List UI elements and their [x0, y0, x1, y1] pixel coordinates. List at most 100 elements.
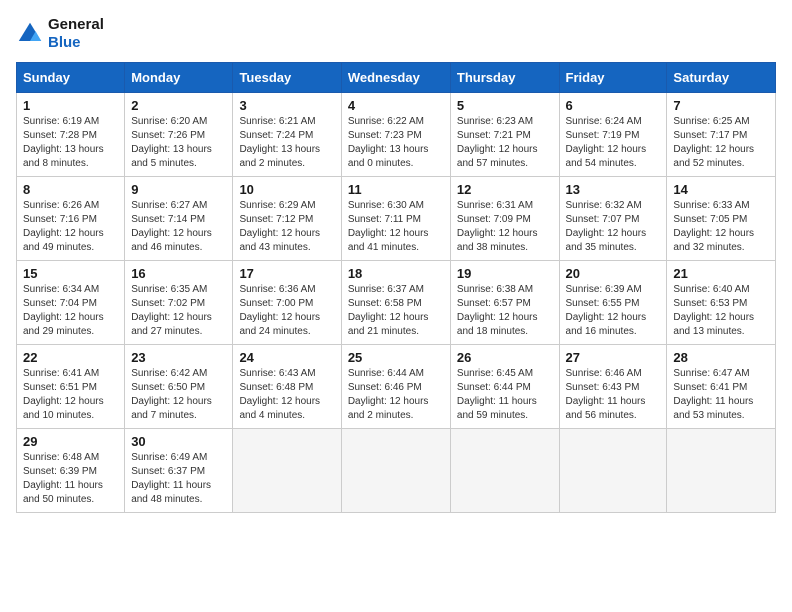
day-info: Sunrise: 6:37 AM Sunset: 6:58 PM Dayligh…: [348, 283, 444, 339]
calendar-cell: [233, 429, 341, 513]
day-number: 23: [131, 350, 226, 365]
column-header-friday: Friday: [559, 63, 667, 93]
calendar-cell: 3 Sunrise: 6:21 AM Sunset: 7:24 PM Dayli…: [233, 93, 341, 177]
day-number: 19: [457, 266, 553, 281]
logo-icon: [16, 20, 44, 48]
calendar-table: SundayMondayTuesdayWednesdayThursdayFrid…: [16, 62, 776, 513]
day-info: Sunrise: 6:43 AM Sunset: 6:48 PM Dayligh…: [239, 367, 334, 423]
day-info: Sunrise: 6:31 AM Sunset: 7:09 PM Dayligh…: [457, 199, 553, 255]
calendar-cell: 29 Sunrise: 6:48 AM Sunset: 6:39 PM Dayl…: [17, 429, 125, 513]
calendar-cell: 1 Sunrise: 6:19 AM Sunset: 7:28 PM Dayli…: [17, 93, 125, 177]
day-number: 24: [239, 350, 334, 365]
day-info: Sunrise: 6:41 AM Sunset: 6:51 PM Dayligh…: [23, 367, 118, 423]
day-info: Sunrise: 6:23 AM Sunset: 7:21 PM Dayligh…: [457, 115, 553, 171]
day-info: Sunrise: 6:27 AM Sunset: 7:14 PM Dayligh…: [131, 199, 226, 255]
day-number: 12: [457, 182, 553, 197]
calendar-cell: [341, 429, 450, 513]
day-info: Sunrise: 6:39 AM Sunset: 6:55 PM Dayligh…: [566, 283, 661, 339]
day-number: 14: [673, 182, 769, 197]
day-number: 16: [131, 266, 226, 281]
day-number: 2: [131, 98, 226, 113]
calendar-cell: 27 Sunrise: 6:46 AM Sunset: 6:43 PM Dayl…: [559, 345, 667, 429]
day-number: 21: [673, 266, 769, 281]
day-info: Sunrise: 6:19 AM Sunset: 7:28 PM Dayligh…: [23, 115, 118, 171]
calendar-week-row: 1 Sunrise: 6:19 AM Sunset: 7:28 PM Dayli…: [17, 93, 776, 177]
column-header-thursday: Thursday: [450, 63, 559, 93]
calendar-cell: 19 Sunrise: 6:38 AM Sunset: 6:57 PM Dayl…: [450, 261, 559, 345]
day-info: Sunrise: 6:34 AM Sunset: 7:04 PM Dayligh…: [23, 283, 118, 339]
calendar-cell: 30 Sunrise: 6:49 AM Sunset: 6:37 PM Dayl…: [125, 429, 233, 513]
day-number: 10: [239, 182, 334, 197]
day-number: 15: [23, 266, 118, 281]
day-number: 8: [23, 182, 118, 197]
calendar-cell: 21 Sunrise: 6:40 AM Sunset: 6:53 PM Dayl…: [667, 261, 776, 345]
day-number: 1: [23, 98, 118, 113]
day-info: Sunrise: 6:29 AM Sunset: 7:12 PM Dayligh…: [239, 199, 334, 255]
day-number: 17: [239, 266, 334, 281]
day-info: Sunrise: 6:36 AM Sunset: 7:00 PM Dayligh…: [239, 283, 334, 339]
calendar-cell: [559, 429, 667, 513]
column-header-monday: Monday: [125, 63, 233, 93]
day-info: Sunrise: 6:20 AM Sunset: 7:26 PM Dayligh…: [131, 115, 226, 171]
day-info: Sunrise: 6:44 AM Sunset: 6:46 PM Dayligh…: [348, 367, 444, 423]
column-header-saturday: Saturday: [667, 63, 776, 93]
calendar-cell: 5 Sunrise: 6:23 AM Sunset: 7:21 PM Dayli…: [450, 93, 559, 177]
calendar-cell: 4 Sunrise: 6:22 AM Sunset: 7:23 PM Dayli…: [341, 93, 450, 177]
day-info: Sunrise: 6:49 AM Sunset: 6:37 PM Dayligh…: [131, 451, 226, 507]
day-info: Sunrise: 6:38 AM Sunset: 6:57 PM Dayligh…: [457, 283, 553, 339]
calendar-cell: 24 Sunrise: 6:43 AM Sunset: 6:48 PM Dayl…: [233, 345, 341, 429]
day-number: 11: [348, 182, 444, 197]
calendar-cell: 26 Sunrise: 6:45 AM Sunset: 6:44 PM Dayl…: [450, 345, 559, 429]
column-header-wednesday: Wednesday: [341, 63, 450, 93]
calendar-cell: 7 Sunrise: 6:25 AM Sunset: 7:17 PM Dayli…: [667, 93, 776, 177]
calendar-cell: 22 Sunrise: 6:41 AM Sunset: 6:51 PM Dayl…: [17, 345, 125, 429]
day-number: 6: [566, 98, 661, 113]
day-number: 18: [348, 266, 444, 281]
day-number: 5: [457, 98, 553, 113]
day-info: Sunrise: 6:40 AM Sunset: 6:53 PM Dayligh…: [673, 283, 769, 339]
day-info: Sunrise: 6:48 AM Sunset: 6:39 PM Dayligh…: [23, 451, 118, 507]
calendar-cell: 16 Sunrise: 6:35 AM Sunset: 7:02 PM Dayl…: [125, 261, 233, 345]
day-info: Sunrise: 6:46 AM Sunset: 6:43 PM Dayligh…: [566, 367, 661, 423]
day-info: Sunrise: 6:26 AM Sunset: 7:16 PM Dayligh…: [23, 199, 118, 255]
day-number: 20: [566, 266, 661, 281]
day-info: Sunrise: 6:42 AM Sunset: 6:50 PM Dayligh…: [131, 367, 226, 423]
calendar-cell: 13 Sunrise: 6:32 AM Sunset: 7:07 PM Dayl…: [559, 177, 667, 261]
calendar-cell: 10 Sunrise: 6:29 AM Sunset: 7:12 PM Dayl…: [233, 177, 341, 261]
day-number: 4: [348, 98, 444, 113]
day-number: 26: [457, 350, 553, 365]
day-number: 3: [239, 98, 334, 113]
calendar-cell: 6 Sunrise: 6:24 AM Sunset: 7:19 PM Dayli…: [559, 93, 667, 177]
day-number: 29: [23, 434, 118, 449]
calendar-header-row: SundayMondayTuesdayWednesdayThursdayFrid…: [17, 63, 776, 93]
day-number: 22: [23, 350, 118, 365]
calendar-cell: 18 Sunrise: 6:37 AM Sunset: 6:58 PM Dayl…: [341, 261, 450, 345]
calendar-cell: 2 Sunrise: 6:20 AM Sunset: 7:26 PM Dayli…: [125, 93, 233, 177]
calendar-cell: 20 Sunrise: 6:39 AM Sunset: 6:55 PM Dayl…: [559, 261, 667, 345]
calendar-cell: [450, 429, 559, 513]
page-header: General Blue: [16, 16, 776, 52]
calendar-cell: 12 Sunrise: 6:31 AM Sunset: 7:09 PM Dayl…: [450, 177, 559, 261]
calendar-week-row: 15 Sunrise: 6:34 AM Sunset: 7:04 PM Dayl…: [17, 261, 776, 345]
calendar-cell: 14 Sunrise: 6:33 AM Sunset: 7:05 PM Dayl…: [667, 177, 776, 261]
calendar-cell: 15 Sunrise: 6:34 AM Sunset: 7:04 PM Dayl…: [17, 261, 125, 345]
day-info: Sunrise: 6:21 AM Sunset: 7:24 PM Dayligh…: [239, 115, 334, 171]
day-info: Sunrise: 6:30 AM Sunset: 7:11 PM Dayligh…: [348, 199, 444, 255]
calendar-week-row: 29 Sunrise: 6:48 AM Sunset: 6:39 PM Dayl…: [17, 429, 776, 513]
calendar-week-row: 8 Sunrise: 6:26 AM Sunset: 7:16 PM Dayli…: [17, 177, 776, 261]
calendar-cell: 23 Sunrise: 6:42 AM Sunset: 6:50 PM Dayl…: [125, 345, 233, 429]
calendar-cell: 25 Sunrise: 6:44 AM Sunset: 6:46 PM Dayl…: [341, 345, 450, 429]
day-info: Sunrise: 6:32 AM Sunset: 7:07 PM Dayligh…: [566, 199, 661, 255]
calendar-cell: 11 Sunrise: 6:30 AM Sunset: 7:11 PM Dayl…: [341, 177, 450, 261]
day-info: Sunrise: 6:45 AM Sunset: 6:44 PM Dayligh…: [457, 367, 553, 423]
column-header-sunday: Sunday: [17, 63, 125, 93]
calendar-cell: 9 Sunrise: 6:27 AM Sunset: 7:14 PM Dayli…: [125, 177, 233, 261]
logo-text: General Blue: [48, 16, 104, 52]
column-header-tuesday: Tuesday: [233, 63, 341, 93]
calendar-cell: [667, 429, 776, 513]
calendar-cell: 8 Sunrise: 6:26 AM Sunset: 7:16 PM Dayli…: [17, 177, 125, 261]
day-number: 13: [566, 182, 661, 197]
day-number: 30: [131, 434, 226, 449]
day-info: Sunrise: 6:24 AM Sunset: 7:19 PM Dayligh…: [566, 115, 661, 171]
day-number: 28: [673, 350, 769, 365]
